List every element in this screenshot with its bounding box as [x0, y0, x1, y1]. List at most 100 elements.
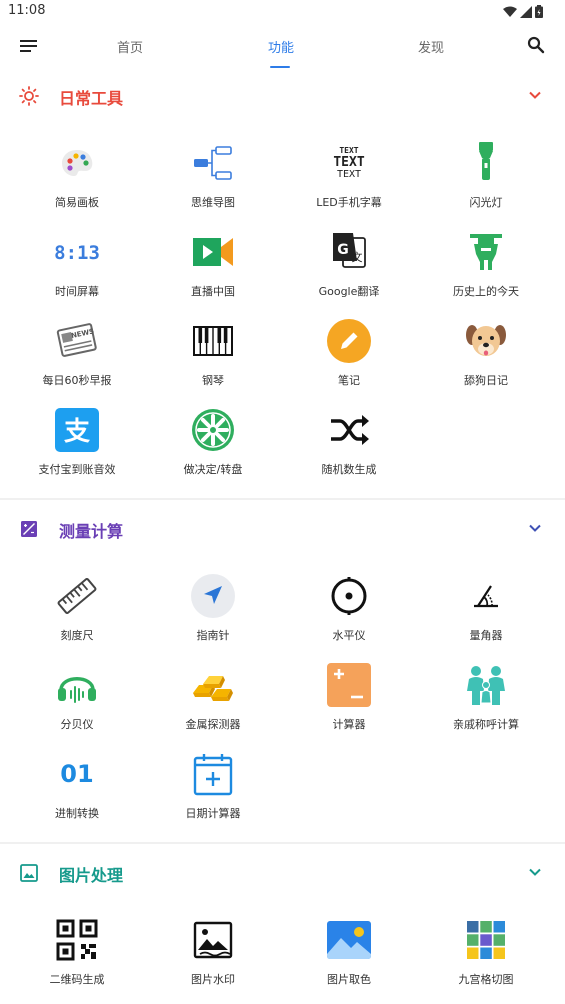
svg-text:01: 01 [60, 760, 93, 788]
qrcode-icon [56, 919, 98, 961]
tool-qrcode-generator[interactable]: 二维码生成 [17, 918, 137, 996]
tool-label: LED手机字幕 [316, 196, 382, 209]
status-time: 11:08 [8, 3, 46, 18]
tool-time-screen[interactable]: 8:13 时间屏幕 [17, 230, 137, 308]
mindmap-icon [194, 146, 232, 180]
shuffle-icon [331, 415, 369, 445]
tool-image-watermark[interactable]: 图片水印 [153, 918, 273, 996]
tool-dog-diary[interactable]: 舔狗日记 [426, 319, 546, 397]
tool-label: 量角器 [469, 629, 503, 642]
tool-label: 随机数生成 [321, 463, 377, 476]
tool-label: 图片水印 [191, 973, 235, 986]
image-watermark-icon [193, 921, 233, 959]
tool-notes[interactable]: 笔记 [289, 319, 409, 397]
battery-icon [535, 5, 543, 18]
tool-label: 分贝仪 [60, 718, 94, 731]
calculator-section-icon [21, 521, 37, 537]
tool-label: 亲戚称呼计算 [453, 718, 519, 731]
tool-decibel-meter[interactable]: 分贝仪 [17, 663, 137, 741]
tool-label: 每日60秒早报 [42, 374, 112, 387]
chevron-down-icon[interactable] [529, 867, 541, 877]
tab-discover[interactable]: 发现 [418, 37, 444, 56]
tool-label: 直播中国 [191, 285, 235, 298]
tool-simple-drawing-board[interactable]: 简易画板 [17, 141, 137, 219]
pencil-note-icon [327, 319, 371, 363]
tool-label: 闪光灯 [469, 196, 503, 209]
dog-face-icon [466, 325, 506, 356]
status-bar: 11:08 [0, 0, 565, 24]
gold-bars-icon [193, 676, 233, 701]
tool-image-color-picker[interactable]: 图片取色 [289, 918, 409, 996]
wifi-icon [503, 6, 517, 17]
tool-label: 指南针 [196, 629, 230, 642]
tool-piano[interactable]: 钢琴 [153, 319, 273, 397]
menu-icon[interactable] [19, 38, 39, 54]
tool-compass[interactable]: 指南针 [153, 574, 273, 652]
section-divider [0, 498, 565, 500]
compass-icon [191, 574, 235, 618]
tab-features[interactable]: 功能 [268, 37, 294, 56]
section-header-daily-tools[interactable]: 日常工具 [0, 74, 565, 118]
video-camera-icon [193, 238, 233, 266]
tool-base-conversion[interactable]: 01 进制转换 [17, 752, 137, 830]
search-icon[interactable] [527, 36, 545, 54]
tool-metal-detector[interactable]: 金属探测器 [153, 663, 273, 741]
tool-ruler[interactable]: 刻度尺 [17, 574, 137, 652]
chevron-down-icon[interactable] [529, 523, 541, 533]
svg-text:TEXT: TEXT [337, 169, 361, 180]
tool-alipay-sound[interactable]: 支 支付宝到账音效 [17, 408, 137, 486]
tool-random-number[interactable]: 随机数生成 [289, 408, 409, 486]
image-section-icon [20, 864, 38, 882]
image-color-icon [327, 921, 371, 959]
calculator-icon [327, 663, 371, 707]
tool-protractor[interactable]: 量角器 [426, 574, 546, 652]
flashlight-icon [479, 142, 493, 180]
section-header-measure-calc[interactable]: 测量计算 [0, 507, 565, 551]
section-title: 日常工具 [59, 89, 124, 108]
piano-icon [193, 326, 233, 356]
tab-home[interactable]: 首页 [117, 37, 143, 56]
tool-relative-title-calc[interactable]: 亲戚称呼计算 [426, 663, 546, 741]
tool-daily-60s-news[interactable]: NEWS 每日60秒早报 [17, 319, 137, 397]
status-icons [503, 5, 543, 18]
tool-label: 金属探测器 [185, 718, 241, 731]
tool-level[interactable]: 水平仪 [289, 574, 409, 652]
section-title: 测量计算 [59, 522, 124, 541]
led-text-icon: TEXT TEXT TEXT [333, 146, 364, 180]
family-icon [467, 666, 505, 705]
tool-label: 时间屏幕 [55, 285, 99, 298]
tool-label: 进制转换 [55, 807, 99, 820]
tool-decision-wheel[interactable]: 做决定/转盘 [153, 408, 273, 486]
tool-flashlight[interactable]: 闪光灯 [426, 141, 546, 219]
tool-google-translate[interactable]: G 文 Google翻译 [289, 230, 409, 308]
newspaper-icon: NEWS [56, 323, 97, 357]
tool-label: 简易画板 [55, 196, 99, 209]
tool-live-china[interactable]: 直播中国 [153, 230, 273, 308]
tool-nine-grid-cut[interactable]: 九宫格切图 [426, 918, 546, 996]
tool-led-subtitle[interactable]: TEXT TEXT TEXT LED手机字幕 [289, 141, 409, 219]
tool-history-today[interactable]: 历史上的今天 [426, 230, 546, 308]
chevron-down-icon[interactable] [529, 90, 541, 100]
tool-label: 水平仪 [332, 629, 366, 642]
headphones-icon [58, 677, 96, 703]
svg-text:TEXT: TEXT [333, 155, 364, 170]
tool-calculator[interactable]: 计算器 [289, 663, 409, 741]
tool-mind-map[interactable]: 思维导图 [153, 141, 273, 219]
tool-label: 钢琴 [202, 374, 224, 387]
tool-label: Google翻译 [318, 285, 380, 298]
ruler-icon [57, 578, 97, 614]
section-header-image-processing[interactable]: 图片处理 [0, 851, 565, 895]
tool-label: 图片取色 [327, 973, 371, 986]
binary-icon: 01 [60, 760, 93, 788]
nine-grid-icon [467, 921, 505, 959]
tool-label: 二维码生成 [49, 973, 105, 986]
svg-text:文: 文 [352, 250, 363, 264]
palette-icon [62, 150, 93, 176]
section-divider [0, 842, 565, 844]
tool-label: 笔记 [338, 374, 360, 387]
history-today-icon [470, 234, 502, 270]
svg-text:TEXT: TEXT [339, 146, 358, 155]
translate-icon: G 文 [333, 233, 366, 268]
calendar-plus-icon [193, 754, 233, 796]
tool-date-calculator[interactable]: 日期计算器 [153, 752, 273, 830]
